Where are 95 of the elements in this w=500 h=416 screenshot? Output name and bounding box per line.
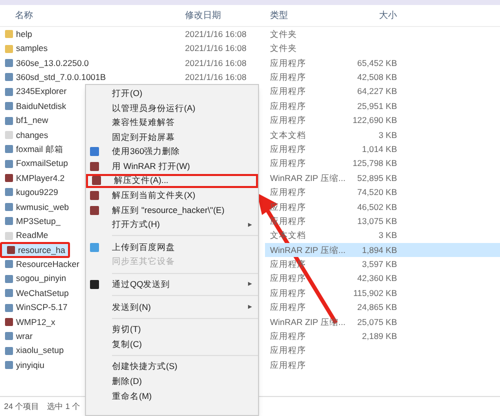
file-name[interactable]: WinSCP-5.17	[16, 301, 68, 314]
column-header[interactable]: 修改日期	[180, 8, 265, 22]
file-name[interactable]: help	[16, 28, 32, 41]
file-size: 115,902 KB	[353, 288, 397, 298]
file-name[interactable]: yinyiqiu	[16, 358, 44, 372]
file-name[interactable]: sogou_pinyin	[16, 272, 66, 286]
selection-info: 选中 1 个	[47, 400, 80, 412]
file-date: 2021/1/16 16:08	[185, 58, 246, 68]
menu-item[interactable]: 删除(D)	[86, 374, 258, 389]
file-name[interactable]: kwmusic_web	[16, 200, 69, 214]
file-name[interactable]: foxmail 邮箱	[16, 142, 64, 156]
file-size: 42,360 KB	[357, 273, 397, 284]
file-name[interactable]: 2345Explorer	[16, 85, 67, 98]
menu-item[interactable]: 解压到 "resource_hacker\"(E)	[86, 202, 258, 218]
file-size: 3,597 KB	[362, 259, 397, 270]
submenu-arrow-icon: ▸	[248, 278, 252, 290]
file-size: 13,075 KB	[357, 216, 397, 226]
file-name[interactable]: ResourceHacker	[16, 258, 80, 271]
file-type: 应用程序	[270, 302, 306, 312]
file-size: 46,502 KB	[357, 202, 397, 212]
file-type: 应用程序	[270, 216, 306, 226]
file-type: 应用程序	[270, 72, 306, 82]
file-name[interactable]: changes	[16, 128, 48, 142]
submenu-arrow-icon: ▸	[248, 301, 252, 314]
menu-item[interactable]: 解压到当前文件夹(X)	[86, 188, 258, 203]
file-type: 文件夹	[270, 28, 297, 39]
menu-item[interactable]: 兼容性疑难解答	[86, 115, 258, 130]
file-name[interactable]: resource_ha	[18, 244, 66, 256]
file-size: 3 KB	[378, 130, 397, 140]
column-header[interactable]: 大小	[347, 8, 397, 22]
file-type: 应用程序	[270, 345, 306, 356]
file-name[interactable]: MP3Setup_	[16, 214, 60, 228]
file-type: 应用程序	[270, 158, 306, 168]
menu-item[interactable]: 用 WinRAR 打开(W)	[86, 158, 258, 174]
file-size: 64,227 KB	[357, 86, 397, 96]
file-size: 74,520 KB	[357, 187, 397, 198]
file-type: 应用程序	[270, 331, 306, 342]
file-name[interactable]: 360se_13.0.2250.0	[16, 56, 89, 70]
column-header[interactable]: 类型	[265, 8, 347, 22]
file-size: 24,865 KB	[357, 302, 397, 312]
column-header[interactable]: 名称	[0, 8, 180, 22]
file-name[interactable]: KMPlayer4.2	[16, 172, 65, 184]
file-name[interactable]: samples	[16, 42, 48, 55]
file-type: 应用程序	[270, 360, 306, 370]
file-type: 应用程序	[270, 187, 306, 198]
file-size: 25,075 KB	[357, 316, 397, 327]
file-size: 1,014 KB	[362, 144, 397, 154]
file-type: WinRAR ZIP 压缩...	[270, 172, 346, 183]
menu-item[interactable]: 发送到(N) ▸	[86, 300, 258, 314]
file-date: 2021/1/16 16:08	[185, 28, 246, 39]
file-type: 文件夹	[270, 43, 297, 54]
menu-item[interactable]: 上传到百度网盘	[86, 240, 258, 255]
item-count: 24 个项目	[4, 400, 40, 412]
file-name[interactable]: WeChatSetup	[16, 286, 69, 300]
file-name[interactable]: kugou9229	[16, 186, 58, 199]
file-name[interactable]: wrar	[16, 330, 33, 343]
file-size: 25,951 KB	[357, 100, 397, 111]
file-size: 125,798 KB	[352, 158, 397, 168]
file-name[interactable]: xiaolu_setup	[16, 344, 64, 358]
file-date: 2021/1/16 16:08	[185, 72, 246, 82]
menu-item[interactable]: 重命名(M)	[86, 388, 258, 404]
file-type: 应用程序	[270, 288, 306, 298]
file-type: 应用程序	[270, 100, 306, 111]
file-size: 3 KB	[378, 230, 397, 240]
file-type: 应用程序	[270, 115, 306, 126]
menu-item[interactable]: 解压文件(A)...	[86, 174, 258, 188]
menu-item[interactable]: 固定到开始屏幕	[86, 130, 258, 144]
submenu-arrow-icon: ▸	[248, 218, 252, 231]
file-size: 2,189 KB	[362, 331, 397, 342]
menu-item[interactable]: 通过QQ发送到 ▸	[86, 277, 258, 292]
file-type: 文本文档	[270, 130, 306, 140]
menu-item[interactable]: 以管理员身份运行(A)	[86, 100, 258, 116]
file-name[interactable]: ReadMe	[16, 229, 48, 242]
file-size: 1,894 KB	[362, 244, 397, 255]
file-size: 122,690 KB	[352, 115, 397, 126]
file-size: 65,452 KB	[357, 58, 397, 68]
menu-item[interactable]: 剪切(T)	[86, 322, 258, 337]
file-name[interactable]: WMP12_x	[16, 316, 56, 328]
file-type: 应用程序	[270, 86, 306, 96]
file-type: 应用程序	[270, 58, 306, 68]
file-date: 2021/1/16 16:08	[185, 43, 246, 54]
file-name[interactable]: BaiduNetdisk	[16, 100, 66, 113]
file-name[interactable]: 360sd_std_7.0.0.1001B	[16, 70, 106, 84]
menu-item[interactable]: 打开(O)	[86, 86, 258, 101]
file-type: 应用程序	[270, 144, 306, 154]
file-type: WinRAR ZIP 压缩...	[270, 244, 346, 255]
menu-item[interactable]: 创建快捷方式(S)	[86, 360, 258, 374]
file-name[interactable]: bf1_new	[16, 114, 48, 127]
file-name[interactable]: FoxmailSetup	[16, 157, 68, 170]
file-size: 52,895 KB	[357, 172, 397, 183]
file-size: 42,508 KB	[357, 72, 397, 82]
menu-item[interactable]: 使用360强力删除	[86, 144, 258, 159]
menu-item[interactable]: 复制(C)	[86, 336, 258, 352]
file-type: 应用程序	[270, 273, 306, 284]
menu-item[interactable]: 打开方式(H) ▸	[86, 217, 258, 232]
